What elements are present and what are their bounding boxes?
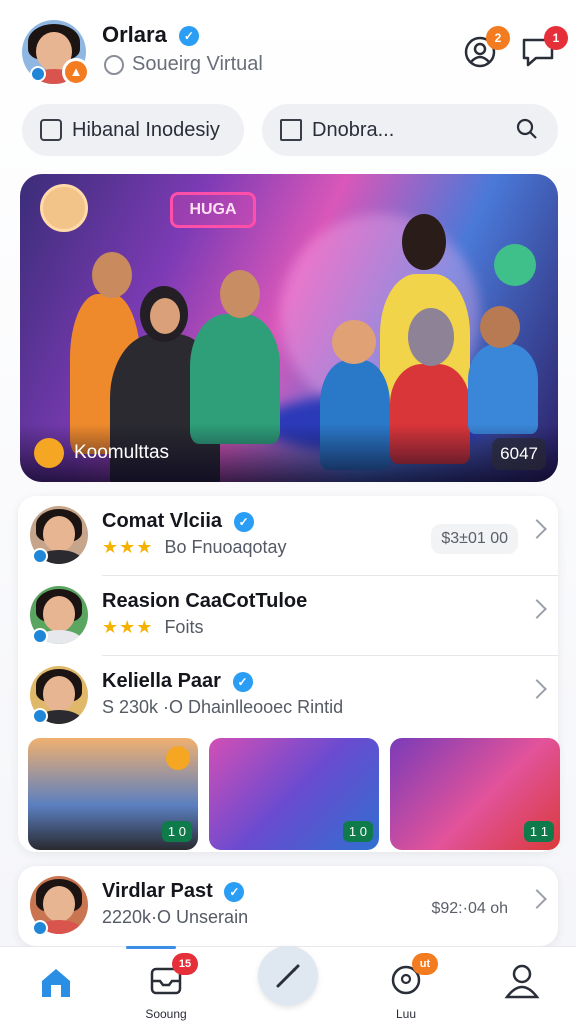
category-pill[interactable]: Hibanal Inodesiy	[22, 104, 244, 156]
search-bar-label: Dnobra...	[312, 118, 395, 141]
verified-icon: ✓	[232, 671, 253, 692]
profile-status: Soueirg Virtual	[104, 53, 263, 76]
list-item-title-text: Keliella Paar	[102, 670, 221, 692]
verified-icon: ✓	[224, 881, 245, 902]
banner-label: Koomulttas	[34, 438, 169, 468]
thumbnail[interactable]: 1 0	[28, 738, 198, 850]
category-icon	[40, 119, 62, 141]
app-screen: ▲ Orlara ✓ Soueirg Virtual 2 1 Hibanal I…	[0, 0, 576, 1024]
list-item-title-text: Comat Vlciia	[102, 510, 223, 532]
search-bar[interactable]: Dnobra...	[262, 104, 558, 156]
search-icon	[516, 118, 537, 139]
list-item-title: Keliella Paar ✓	[102, 670, 253, 693]
list-item[interactable]: Virdlar Past ✓ 2220k·O Unserain $92:·04 …	[18, 866, 558, 946]
list-item-subtitle: S 230k ·O Dhainlleooec Rintid	[102, 697, 344, 717]
banner-label-text: Koomulttas	[74, 442, 170, 463]
friends-button[interactable]: 2	[462, 26, 510, 70]
online-badge	[30, 66, 46, 82]
mascot-avatar	[40, 184, 88, 232]
compose-icon	[276, 964, 300, 988]
list-item-subtitle: 2220k·O Unserain	[102, 907, 249, 927]
list-item-subtitle-text: Bo Fnuoaqotay	[164, 537, 287, 557]
list-item-title: Reasion CaaCotTuloe	[102, 590, 308, 612]
online-badge	[32, 708, 48, 724]
list-item-subtitle: ★★★ Foits	[102, 617, 203, 638]
chat-badge: ut	[412, 953, 438, 975]
chevron-right-icon	[527, 519, 547, 539]
nav-home[interactable]	[16, 959, 96, 1019]
banner-neon-sign: HUGA	[170, 192, 256, 228]
verified-icon: ✓	[233, 511, 254, 532]
profile-status-text: Soueirg Virtual	[132, 53, 263, 75]
nav-inbox[interactable]: 15 Sooung	[126, 953, 206, 1021]
thumbnail-badge: 1 1	[523, 821, 554, 842]
community-icon	[34, 438, 64, 468]
rating-stars: ★★★	[102, 617, 154, 637]
online-badge	[32, 920, 48, 936]
list-item-subtitle: ★★★ Bo Fnuoaqotay	[102, 537, 287, 558]
level-badge: ▲	[62, 58, 90, 86]
active-tab-indicator	[126, 946, 176, 949]
list-item[interactable]: Reasion CaaCotTuloe ★★★ Foits	[18, 576, 558, 656]
creator-list-card: Comat Vlciia ✓ ★★★ Bo Fnuoaqotay $3±01 0…	[18, 496, 560, 852]
profile-icon	[504, 964, 540, 999]
nav-profile[interactable]	[482, 959, 562, 1019]
banner-count: 6047	[492, 438, 546, 470]
list-item-title-text: Virdlar Past	[102, 880, 213, 902]
compose-button[interactable]	[258, 946, 318, 1006]
chevron-right-icon	[527, 599, 547, 619]
nav-chat[interactable]: ut Luu	[366, 953, 446, 1021]
online-badge	[32, 628, 48, 644]
nav-label: Luu	[395, 1007, 417, 1021]
category-pill-label: Hibanal Inodesiy	[72, 118, 220, 141]
notifications-button[interactable]: 1	[520, 26, 568, 70]
banner-mascot	[494, 244, 536, 286]
thumbnail[interactable]: 1 0	[209, 738, 379, 850]
rating-stars: ★★★	[102, 537, 154, 557]
inbox-badge: 15	[172, 953, 198, 975]
status-icon	[104, 54, 124, 75]
thumbnail-badge: 1 0	[161, 821, 192, 842]
list-item[interactable]: Keliella Paar ✓ S 230k ·O Dhainlleooec R…	[18, 656, 558, 736]
list-item-title: Comat Vlciia ✓	[102, 510, 254, 533]
thumbnail-badge: 1 0	[342, 821, 373, 842]
thumbnail[interactable]: 1 1	[390, 738, 560, 850]
notifications-count-badge: 1	[544, 26, 568, 50]
profile-header: ▲ Orlara ✓ Soueirg Virtual 2 1	[0, 0, 576, 100]
nav-label: Sooung	[145, 1007, 187, 1021]
coin-icon	[166, 746, 190, 770]
media-thumbnails: 1 0 1 0 1 1	[28, 738, 560, 850]
list-item-price: $92:·04 oh	[431, 900, 508, 917]
featured-banner[interactable]: HUGA Koomulttas 6047	[20, 174, 558, 482]
chevron-right-icon	[527, 679, 547, 699]
list-item-price: $3±01 00	[431, 524, 518, 554]
chevron-right-icon	[527, 889, 547, 909]
list-item-title: Virdlar Past ✓	[102, 880, 245, 903]
profile-name: Orlara ✓	[102, 22, 199, 48]
bag-icon	[280, 119, 302, 141]
list-item-subtitle-text: Foits	[164, 617, 204, 637]
home-icon	[42, 969, 70, 997]
profile-name-text: Orlara	[102, 22, 167, 47]
friends-count-badge: 2	[486, 26, 510, 50]
list-item[interactable]: Comat Vlciia ✓ ★★★ Bo Fnuoaqotay $3±01 0…	[18, 496, 558, 576]
verified-icon: ✓	[178, 26, 199, 47]
online-badge	[32, 548, 48, 564]
